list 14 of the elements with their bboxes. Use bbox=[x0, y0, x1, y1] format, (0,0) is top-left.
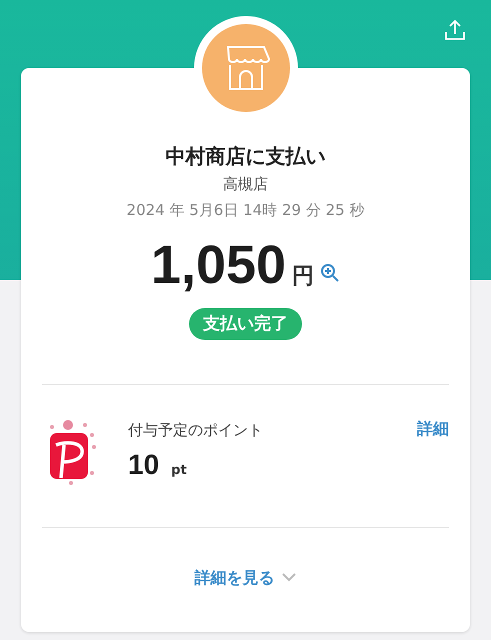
currency-unit: 円 bbox=[292, 263, 314, 291]
zoom-in-icon[interactable] bbox=[320, 263, 340, 283]
points-value: 10 bbox=[128, 449, 160, 481]
see-details-link[interactable]: 詳細を見る bbox=[194, 564, 274, 589]
payment-amount: 1,050 bbox=[150, 234, 286, 297]
chevron-down-icon[interactable] bbox=[280, 572, 296, 582]
payment-datetime: 2024 年 5月6日 14時 29 分 25 秒 bbox=[126, 200, 364, 221]
points-unit: pt bbox=[171, 463, 187, 478]
branch-name: 高槻店 bbox=[223, 174, 268, 195]
points-label: 付与予定のポイント bbox=[128, 420, 264, 441]
merchant-title: 中村商店に支払い bbox=[166, 143, 326, 170]
status-badge: 支払い完了 bbox=[189, 308, 302, 340]
details-link[interactable]: 詳細 bbox=[417, 415, 449, 440]
share-icon[interactable] bbox=[443, 18, 467, 42]
